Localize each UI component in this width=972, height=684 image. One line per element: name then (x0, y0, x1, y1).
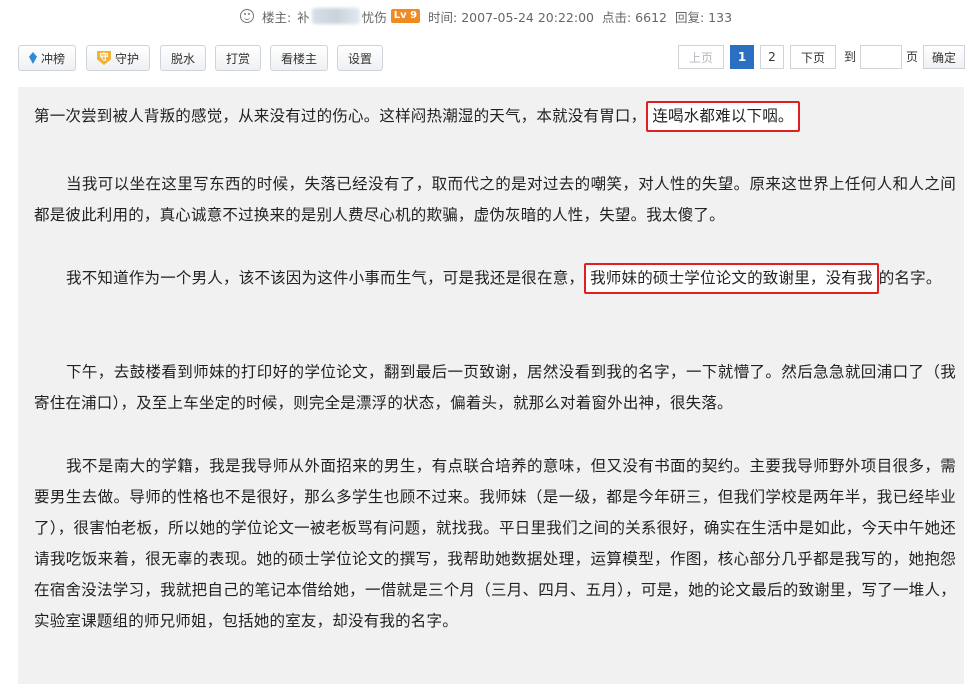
paragraph-4: 下午，去鼓楼看到师妹的打印好的学位论文，翻到最后一页致谢，居然没看到我的名字，一… (34, 363, 956, 412)
page-1-button[interactable]: 1 (730, 45, 754, 69)
guard-button[interactable]: 守 守护 (86, 45, 150, 71)
post-content: 第一次尝到被人背叛的感觉，从来没有过的伤心。这样闷热潮湿的天气，本就没有胃口，连… (18, 87, 964, 684)
level-badge: Lv 9 (390, 9, 421, 23)
author-name-end[interactable]: 忧伤 (362, 7, 387, 26)
post-meta-bar: 楼主: 补 忧伤 Lv 9 时间: 2007-05-24 20:22:00 点击… (0, 0, 972, 32)
author-name-start[interactable]: 补 (297, 7, 310, 26)
paragraph-2: 当我可以坐在这里写东西的时候，失落已经没有了，取而代之的是对过去的嘲笑，对人性的… (34, 175, 956, 224)
paragraph-3: 我不知道作为一个男人，该不该因为这件小事而生气，可是我还是很在意， 我师妹的硕士学… (34, 263, 956, 294)
highlight-box-1: 连喝水都难以下咽。 (646, 101, 800, 132)
goto-suffix: 页 (906, 50, 919, 64)
author-only-button[interactable]: 看楼主 (270, 45, 328, 71)
page-2-button[interactable]: 2 (760, 45, 784, 69)
author-label: 楼主: (261, 9, 292, 25)
smile-icon (239, 9, 254, 23)
goto-confirm-button[interactable]: 确定 (923, 45, 965, 69)
paragraph-3-text: 我不知道作为一个男人，该不该因为这件小事而生气，可是我还是很在意， (66, 269, 585, 287)
author-name-redaction (311, 8, 360, 24)
highlight-box-2: 我师妹的硕士学位论文的致谢里，没有我 (584, 263, 879, 294)
post-toolbar: 冲榜 守 守护 脱水 打赏 看楼主 设置 上页 1 2 下页 到 页 确定 (18, 45, 965, 73)
post-time: 时间: 2007-05-24 20:22:00 (428, 9, 594, 25)
dehydrate-button[interactable]: 脱水 (160, 45, 206, 71)
goto-page-input[interactable] (860, 45, 902, 69)
rank-boost-button[interactable]: 冲榜 (18, 45, 76, 71)
paragraph-3-end: 的名字。 (878, 269, 942, 287)
next-page-button[interactable]: 下页 (790, 45, 836, 69)
paragraph-1-text: 第一次尝到被人背叛的感觉，从来没有过的伤心。这样闷热潮湿的天气，本就没有胃口， (34, 107, 647, 125)
click-count: 点击: 6612 (602, 9, 667, 25)
author-info: 楼主: 补 忧伤 Lv 9 (261, 7, 421, 26)
guard-label: 守护 (114, 51, 139, 66)
shield-icon: 守 (96, 51, 111, 65)
rank-boost-label: 冲榜 (40, 51, 65, 66)
prev-page-button[interactable]: 上页 (678, 45, 724, 69)
goto-prefix: 到 (844, 50, 857, 64)
tip-button[interactable]: 打赏 (215, 45, 261, 71)
reply-count: 回复: 133 (675, 9, 733, 25)
gem-icon (28, 52, 37, 64)
settings-button[interactable]: 设置 (337, 45, 383, 71)
paragraph-1: 第一次尝到被人背叛的感觉，从来没有过的伤心。这样闷热潮湿的天气，本就没有胃口，连… (34, 101, 956, 132)
paragraph-5: 我不是南大的学籍，我是我导师从外面招来的男生，有点联合培养的意味，但又没有书面的… (34, 457, 956, 630)
